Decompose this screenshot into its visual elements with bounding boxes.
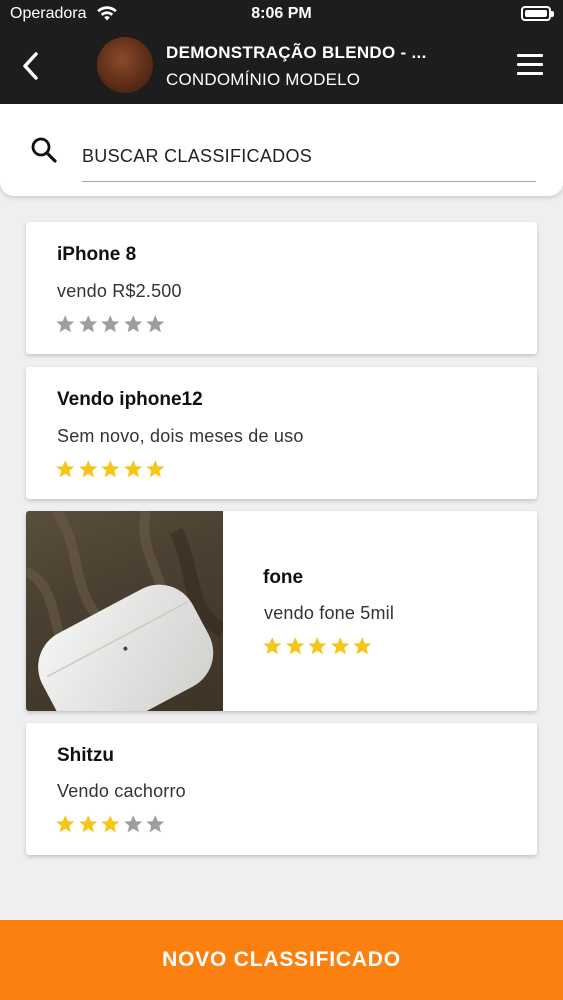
star-filled-icon: [56, 815, 75, 833]
star-filled-icon: [123, 460, 142, 478]
rating-stars: [262, 636, 373, 656]
star-empty-icon: [146, 315, 165, 333]
listing-card[interactable]: fone vendo fone 5mil: [26, 511, 537, 711]
app-header: Operadora 8:06 PM DEMONSTRAÇÃO BLENDO - …: [0, 0, 563, 104]
listing-title: fone: [263, 567, 304, 588]
star-filled-icon: [101, 460, 120, 478]
listing-title: iPhone 8: [57, 244, 137, 265]
star-filled-icon: [285, 637, 304, 655]
header-title: DEMONSTRAÇÃO BLENDO - ...: [166, 43, 427, 62]
rating-stars: [55, 314, 166, 334]
listing-photo: [26, 511, 223, 711]
earbuds-case-image: [26, 511, 223, 711]
star-empty-icon: [123, 815, 142, 833]
hamburger-menu-icon: [517, 54, 543, 57]
listing-card[interactable]: Vendo iphone12 Sem novo, dois meses de u…: [26, 367, 537, 499]
listing-description: vendo R$2.500: [57, 281, 182, 301]
chevron-left-icon: [23, 52, 38, 80]
header-subtitle: CONDOMÍNIO MODELO: [166, 70, 361, 89]
menu-button[interactable]: [517, 54, 543, 76]
battery-icon: [521, 6, 554, 21]
search-icon: [31, 137, 57, 163]
star-filled-icon: [330, 637, 349, 655]
listing-description: Vendo cachorro: [57, 781, 186, 801]
condominium-avatar: [97, 37, 153, 93]
star-filled-icon: [101, 815, 120, 833]
new-listing-button[interactable]: NOVO CLASSIFICADO: [0, 920, 563, 1000]
star-filled-icon: [263, 637, 282, 655]
listing-card[interactable]: Shitzu Vendo cachorro: [26, 723, 537, 855]
listing-title: Vendo iphone12: [57, 389, 203, 410]
clock: 8:06 PM: [251, 5, 312, 22]
listing-description: Sem novo, dois meses de uso: [57, 426, 304, 446]
rating-stars: [55, 459, 166, 479]
star-filled-icon: [56, 460, 75, 478]
listing-title: Shitzu: [57, 745, 114, 766]
search-panel: [0, 104, 563, 196]
status-bar: Operadora 8:06 PM: [0, 0, 563, 30]
listing-description: vendo fone 5mil: [264, 603, 395, 623]
star-empty-icon: [146, 815, 165, 833]
star-empty-icon: [123, 315, 142, 333]
rating-stars: [55, 814, 166, 834]
back-button[interactable]: [16, 48, 46, 84]
star-filled-icon: [78, 460, 97, 478]
search-input[interactable]: [82, 132, 536, 182]
star-filled-icon: [353, 637, 372, 655]
star-empty-icon: [78, 315, 97, 333]
star-empty-icon: [56, 315, 75, 333]
star-filled-icon: [78, 815, 97, 833]
star-filled-icon: [308, 637, 327, 655]
listing-card[interactable]: iPhone 8 vendo R$2.500: [26, 222, 537, 354]
star-filled-icon: [146, 460, 165, 478]
star-empty-icon: [101, 315, 120, 333]
